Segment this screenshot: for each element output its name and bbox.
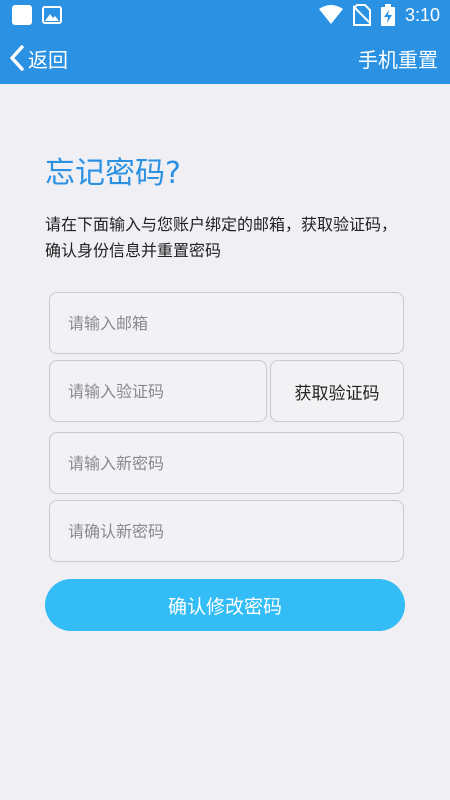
form-description: 请在下面输入与您账户绑定的邮箱，获取验证码，确认身份信息并重置密码 (45, 215, 398, 260)
get-code-button[interactable]: 获取验证码 (270, 360, 404, 422)
image-notification-icon (42, 6, 62, 24)
page-title: 手机重置 (358, 48, 438, 72)
status-bar-notifications (12, 5, 62, 25)
confirm-password-container (49, 500, 404, 562)
confirm-change-password-button[interactable]: 确认修改密码 (45, 579, 405, 631)
battery-charging-icon (380, 4, 395, 26)
back-label: 返回 (28, 47, 68, 72)
app-bar: 返回 手机重置 (0, 32, 450, 84)
code-field-container (49, 360, 267, 422)
email-input[interactable] (50, 293, 403, 353)
wifi-icon (318, 5, 343, 24)
no-sim-icon (352, 4, 371, 26)
status-bar: 3:10 (0, 0, 450, 32)
app-notification-icon (12, 5, 32, 25)
email-field-container (49, 292, 404, 354)
confirm-password-input[interactable] (50, 501, 403, 561)
new-password-input[interactable] (50, 433, 403, 493)
clock: 3:10 (404, 4, 440, 25)
status-bar-system: 3:10 (318, 4, 440, 26)
chevron-left-icon (10, 45, 24, 71)
new-password-container (49, 432, 404, 494)
verification-code-input[interactable] (50, 361, 266, 421)
back-button[interactable]: 返回 (8, 41, 68, 75)
form-heading: 忘记密码? (45, 156, 181, 191)
reset-password-form: 忘记密码? 请在下面输入与您账户绑定的邮箱，获取验证码，确认身份信息并重置密码 … (0, 84, 450, 800)
